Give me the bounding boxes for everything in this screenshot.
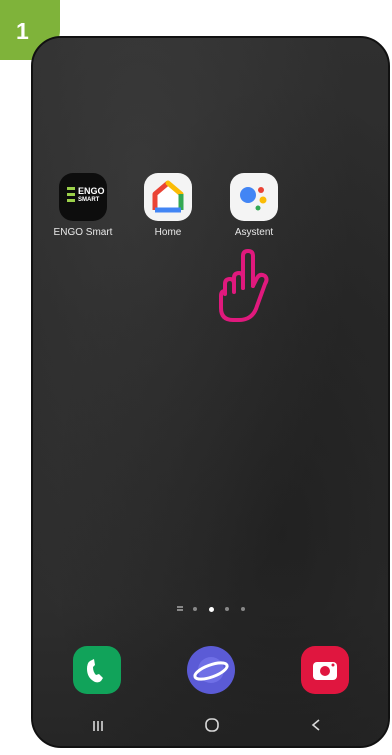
tap-hand-icon [219,249,269,322]
google-home-icon [144,173,192,221]
step-number: 1 [16,18,29,44]
home-icon[interactable] [204,717,220,737]
app-engo-smart[interactable]: ENGO SMART ENGO Smart [43,173,123,238]
camera-icon[interactable] [301,646,349,694]
page-indicator [173,604,263,614]
google-assistant-icon [230,173,278,221]
recents-icon[interactable] [91,718,105,737]
engo-logo-subtext: SMART [78,197,100,203]
internet-icon[interactable] [187,646,235,694]
app-label-engo-smart: ENGO Smart [53,227,113,238]
engo-logo-text: ENGO [78,186,105,196]
engo-smart-icon: ENGO SMART [59,173,107,221]
app-label-home: Home [154,227,182,238]
app-asystent[interactable]: Asystent [214,173,294,238]
phone-icon[interactable] [73,646,121,694]
wallpaper [33,38,388,746]
back-icon[interactable] [309,717,323,737]
app-home[interactable]: Home [128,173,208,238]
app-label-asystent: Asystent [234,227,274,238]
phone-frame: ENGO SMART ENGO Smart Home Asystent [31,36,390,748]
